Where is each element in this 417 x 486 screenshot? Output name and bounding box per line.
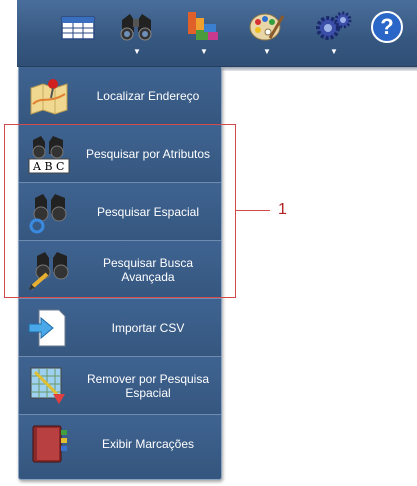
menu-item-label: Pesquisar Espacial [96, 204, 200, 219]
help-symbol: ? [380, 14, 394, 39]
binoculars-circle-icon [29, 194, 67, 234]
menu-item-exibir-marcacoes[interactable]: Exibir Marcações [19, 415, 221, 473]
bookmarks-book-icon [32, 425, 67, 463]
menu-item-pesquisar-espacial[interactable]: Pesquisar Espacial [19, 183, 221, 241]
style-menu-button[interactable]: ▼ [245, 8, 289, 56]
gears-icon [316, 11, 352, 40]
main-toolbar: ▼ ▼ ▼ ▼ ? [17, 0, 417, 67]
dropdown-arrow: ▼ [133, 47, 141, 56]
tools-menu-button[interactable]: ▼ [312, 8, 356, 56]
map-pin-icon [30, 79, 68, 115]
menu-item-label: Importar CSV [111, 320, 185, 335]
layers-menu-button[interactable]: ▼ [182, 8, 226, 56]
annotation-leader-line [236, 210, 270, 211]
binoculars-abc-icon: A B C [28, 136, 70, 174]
menu-item-pesquisar-busca-avancada[interactable]: Pesquisar Busca Avançada [19, 241, 221, 299]
table-button[interactable] [57, 8, 101, 52]
search-menu-button[interactable]: ▼ [115, 8, 159, 56]
table-icon [61, 16, 95, 40]
import-file-icon [28, 309, 66, 347]
dropdown-arrow: ▼ [263, 47, 271, 56]
dropdown-arrow: ▼ [330, 47, 338, 56]
palette-icon [249, 13, 285, 41]
menu-item-label: Remover por Pesquisa Espacial [86, 371, 210, 400]
dropdown-arrow: ▼ [200, 47, 208, 56]
menu-item-label: Localizar Endereço [96, 88, 200, 103]
map-remove-icon [30, 367, 65, 404]
search-dropdown-menu: Localizar Endereço A B C Pesquisar por A… [18, 67, 222, 480]
menu-item-label: Exibir Marcações [101, 437, 195, 451]
menu-item-importar-csv[interactable]: Importar CSV [19, 299, 221, 357]
toolbar-shadow [222, 67, 417, 71]
menu-item-localizar-endereco[interactable]: Localizar Endereço [19, 67, 221, 125]
svg-text:A B C: A B C [32, 160, 64, 173]
layers-icon [188, 12, 218, 40]
menu-item-pesquisar-atributos[interactable]: A B C Pesquisar por Atributos [19, 125, 221, 183]
help-button[interactable]: ? [370, 8, 414, 52]
menu-item-remover-pesquisa-espacial[interactable]: Remover por Pesquisa Espacial [19, 357, 221, 415]
menu-item-label: Pesquisar Busca Avançada [102, 255, 194, 284]
binoculars-icon [120, 14, 152, 41]
binoculars-pencil-icon [29, 252, 69, 290]
annotation-number: 1 [278, 201, 287, 218]
menu-item-label: Pesquisar por Atributos [85, 146, 211, 161]
